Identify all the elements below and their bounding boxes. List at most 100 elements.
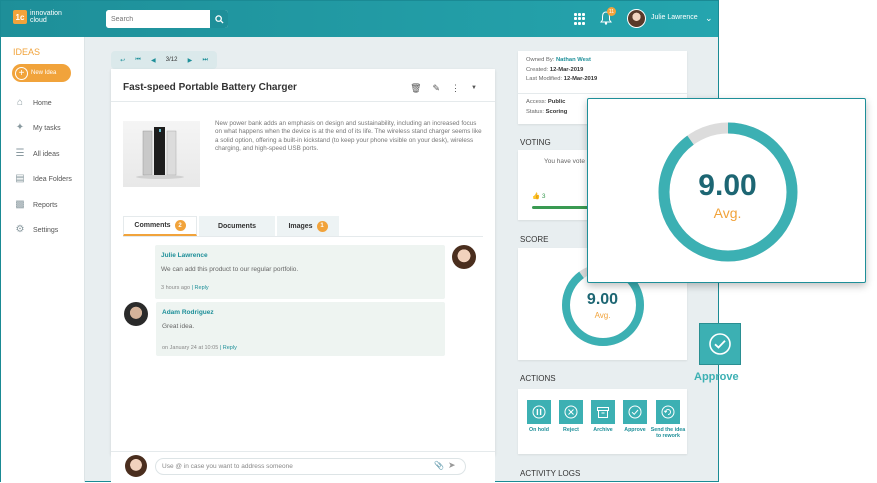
send-icon[interactable]: ➤	[448, 460, 456, 471]
more-vertical-icon[interactable]: ⋮	[451, 83, 460, 94]
user-name[interactable]: Julie Lawrence	[651, 14, 698, 21]
archive-button[interactable]	[591, 400, 615, 424]
comment-time: 3 hours ago	[161, 285, 191, 291]
divider	[518, 93, 687, 94]
apps-grid-icon[interactable]	[574, 13, 586, 25]
tab-badge: 2	[174, 220, 186, 231]
status-value: Scoring	[545, 108, 568, 115]
reply-link[interactable]: | Reply	[192, 285, 209, 291]
sidebar-item-label: All ideas	[33, 150, 60, 158]
logo-mark: 1c	[13, 10, 27, 24]
tab-bar: Comments 2 Documents Images 1	[123, 216, 483, 237]
sidebar-item-label: Idea Folders	[33, 175, 72, 183]
score-heading: SCORE	[520, 235, 549, 244]
approve-button[interactable]	[623, 400, 647, 424]
reply-link[interactable]: | Reply	[220, 345, 237, 351]
tab-images[interactable]: Images 1	[277, 216, 339, 236]
bar-chart-icon: ▩	[15, 199, 25, 210]
next-page-icon[interactable]: ▶	[188, 57, 193, 64]
search-button[interactable]	[210, 10, 228, 28]
access-value: Public	[547, 99, 566, 105]
top-bar: 1c innovation cloud 11 Julie Lawrence ⌄	[1, 1, 718, 37]
activity-heading: ACTIVITY LOGS	[520, 469, 581, 478]
tab-comments[interactable]: Comments 2	[123, 216, 197, 236]
thumbs-up-icon[interactable]: 👍	[532, 193, 540, 200]
paperclip-icon[interactable]: 📎	[434, 461, 444, 470]
divider	[111, 451, 495, 452]
product-image[interactable]	[123, 121, 200, 187]
commenter-avatar[interactable]	[124, 302, 148, 326]
home-icon: ⌂	[16, 97, 24, 108]
rework-button[interactable]	[656, 400, 680, 424]
rework-icon	[661, 405, 675, 419]
comment-meta: 3 hours ago | Reply	[161, 285, 209, 291]
sidebar-item-all-ideas[interactable]: ☰ All ideas	[13, 148, 60, 160]
comment-composer: Use @ in case you want to address someon…	[111, 455, 495, 483]
approve-callout-label: Approve	[694, 371, 739, 383]
tab-badge: 1	[316, 220, 328, 232]
list-icon: ☰	[15, 148, 25, 159]
edit-pencil-icon[interactable]: ✎	[433, 83, 441, 94]
folder-icon: ▤	[15, 173, 25, 184]
pause-icon	[532, 405, 546, 419]
plus-icon: +	[15, 66, 28, 80]
last-page-icon[interactable]: ⏭	[202, 57, 207, 64]
brand-logo[interactable]: 1c innovation cloud	[13, 10, 62, 24]
new-idea-button[interactable]: + New Idea	[12, 64, 71, 82]
sidebar-item-idea-folders[interactable]: ▤ Idea Folders	[13, 173, 72, 185]
approve-callout-button[interactable]	[699, 323, 741, 365]
divider	[111, 101, 495, 102]
trash-icon[interactable]: 🗑	[410, 83, 421, 94]
voting-heading: VOTING	[520, 138, 551, 147]
owner-name[interactable]: Nathan West	[556, 57, 591, 63]
sidebar-item-label: Reports	[33, 201, 58, 209]
search-input[interactable]	[106, 10, 210, 28]
action-label: Send the idea to rework	[650, 427, 686, 439]
sidebar-item-label: Home	[33, 99, 52, 107]
comment-author[interactable]: Julie Lawrence	[161, 252, 208, 259]
comment-time: on January 24 at 10:05	[162, 345, 219, 351]
commenter-avatar[interactable]	[452, 245, 476, 269]
prev-page-icon[interactable]: ◀	[151, 57, 156, 64]
comment-meta: on January 24 at 10:05 | Reply	[162, 345, 237, 351]
score-value-large: 9.00	[698, 169, 757, 202]
score-callout: 9.00 Avg.	[587, 98, 866, 283]
check-circle-icon	[709, 333, 731, 355]
back-arrow-icon[interactable]: ↩	[120, 57, 125, 64]
logo-line-2: cloud	[30, 17, 47, 24]
sidebar-item-reports[interactable]: ▩ Reports	[13, 199, 58, 211]
chevron-down-icon[interactable]: ⌄	[705, 13, 713, 24]
comment-author[interactable]: Adam Rodriguez	[162, 309, 214, 316]
sidebar-item-label: Settings	[33, 226, 59, 234]
modified-date: 12-Mar-2019	[563, 76, 598, 82]
search-icon	[214, 14, 224, 24]
caret-down-icon[interactable]: ▼	[471, 83, 477, 94]
comment-placeholder: Use @ in case you want to address someon…	[162, 463, 293, 470]
sidebar-item-my-tasks[interactable]: ✦ My tasks	[13, 122, 61, 134]
comment-input[interactable]: Use @ in case you want to address someon…	[155, 458, 466, 475]
new-idea-label: New Idea	[31, 70, 57, 76]
user-avatar[interactable]	[627, 9, 646, 28]
first-page-icon[interactable]: ⏮	[135, 57, 140, 64]
actions-heading: ACTIONS	[520, 374, 556, 383]
score-label-large: Avg.	[713, 205, 742, 221]
score-value: 9.00	[586, 291, 619, 308]
reject-button[interactable]	[559, 400, 583, 424]
score-label: Avg.	[594, 311, 611, 320]
sidebar-item-home[interactable]: ⌂ Home	[13, 97, 52, 109]
archive-icon	[597, 407, 609, 418]
like-count: 3	[541, 193, 546, 200]
tab-documents[interactable]: Documents	[199, 216, 275, 236]
notification-badge: 11	[607, 7, 616, 16]
sidebar-item-settings[interactable]: ⚙ Settings	[13, 224, 59, 236]
idea-pager: ↩ ⏮ ◀ 3/12 ▶ ⏭	[111, 51, 217, 69]
idea-title: Fast-speed Portable Battery Charger	[123, 82, 297, 93]
check-circle-icon	[628, 405, 642, 419]
idea-description: New power bank adds an emphasis on desig…	[215, 120, 482, 153]
sidebar-item-label: My tasks	[33, 124, 61, 132]
comment-text: We can add this product to our regular p…	[161, 266, 299, 273]
created-date: 12-Mar-2019	[549, 66, 584, 73]
voting-text: You have vote	[544, 158, 585, 165]
on-hold-button[interactable]	[527, 400, 551, 424]
comment-item: Adam Rodriguez Great idea. on January 24…	[156, 302, 445, 356]
